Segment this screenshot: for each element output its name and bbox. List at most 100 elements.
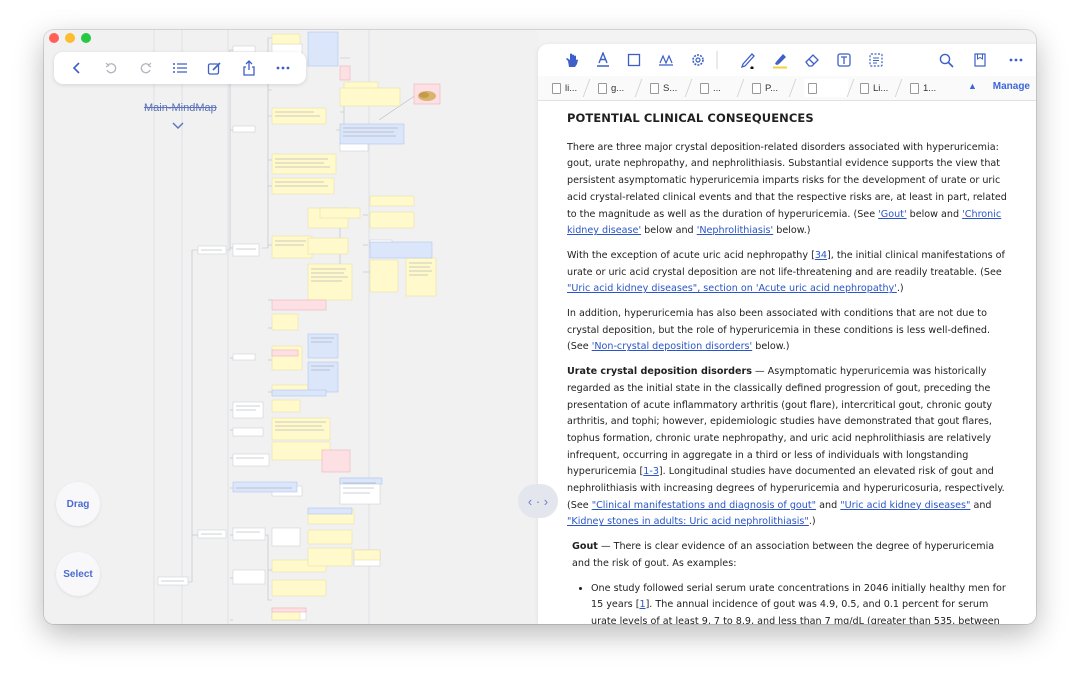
split-arrows-icon: ‹ · › <box>527 493 549 509</box>
link-kidney-stones[interactable]: "Kidney stones in adults: Uric acid neph… <box>567 516 809 527</box>
section-heading: POTENTIAL CLINICAL CONSEQUENCES <box>567 111 814 125</box>
rectangle-icon[interactable] <box>624 50 644 70</box>
link-clinical-manifestations-gout[interactable]: "Clinical manifestations and diagnosis o… <box>592 500 816 511</box>
search-icon[interactable] <box>936 50 956 70</box>
minimize-window-button[interactable] <box>65 33 75 43</box>
pen-icon[interactable] <box>738 50 758 70</box>
link-non-crystal-deposition[interactable]: 'Non-crystal deposition disorders' <box>592 341 753 352</box>
tab-separator <box>582 79 591 97</box>
selection-icon[interactable] <box>866 50 886 70</box>
text: — Asymptomatic hyperuricemia was histori… <box>567 366 993 478</box>
tab-3[interactable]: S... <box>646 79 677 97</box>
maximize-window-button[interactable] <box>81 33 91 43</box>
text: below.) <box>773 225 811 237</box>
bookmark-icon[interactable] <box>970 50 990 70</box>
map-title[interactable]: Main-MindMap <box>144 102 217 114</box>
tab-5[interactable]: P... <box>748 79 778 97</box>
paragraph-4: Urate crystal deposition disorders — Asy… <box>567 364 1007 531</box>
document-tabs: li... g... S... ... P... Li... 1... ▲ Ma… <box>538 76 1036 101</box>
paragraph-1: There are three major crystal deposition… <box>567 140 1007 240</box>
document-icon <box>552 82 561 94</box>
citation-link[interactable]: 34 <box>815 250 827 261</box>
text: .) <box>808 516 816 528</box>
tab-8[interactable]: 1... <box>906 79 936 97</box>
tab-4[interactable]: ... <box>696 79 721 97</box>
more-icon[interactable] <box>1006 50 1026 70</box>
text-box-icon[interactable] <box>834 50 854 70</box>
tab-separator <box>634 79 643 97</box>
text: With the exception of acute uric acid ne… <box>567 249 815 261</box>
back-icon[interactable] <box>64 55 90 81</box>
link-nephrolithiasis[interactable]: 'Nephrolithiasis' <box>697 225 774 236</box>
tab-1[interactable]: li... <box>548 79 577 97</box>
drag-label: Drag <box>66 498 90 510</box>
text: — There is clear evidence of an associat… <box>572 541 995 569</box>
article-content: POTENTIAL CLINICAL CONSEQUENCES There ar… <box>567 110 1007 624</box>
tab-separator <box>894 79 903 97</box>
document-icon <box>700 82 709 94</box>
link-uric-acid-kidney-diseases[interactable]: "Uric acid kidney diseases" <box>840 500 970 511</box>
tab-separator <box>684 79 693 97</box>
tab-label: S... <box>663 82 678 94</box>
eraser-icon[interactable] <box>802 50 822 70</box>
tab-separator <box>736 79 745 97</box>
example-list: One study followed serial serum urate co… <box>567 581 1007 624</box>
signature-icon[interactable] <box>656 50 676 70</box>
tab-label: ... <box>713 82 721 94</box>
outline-list-icon[interactable] <box>167 55 193 81</box>
text: .) <box>896 283 904 295</box>
select-button[interactable]: Select <box>56 552 100 596</box>
tab-label: P... <box>765 82 779 94</box>
undo-icon[interactable] <box>98 55 124 81</box>
edit-icon[interactable] <box>201 55 227 81</box>
text: below and <box>641 225 697 237</box>
app-window: Main-MindMap Drag Select ‹ · › li... g..… <box>44 30 1036 624</box>
text: below.) <box>752 341 790 353</box>
document-reader: li... g... S... ... P... Li... 1... ▲ Ma… <box>538 44 1036 624</box>
list-item: One study followed serial serum urate co… <box>591 581 1007 624</box>
tab-label: 1... <box>923 82 937 94</box>
window-controls <box>49 33 91 43</box>
document-icon <box>752 82 761 94</box>
tab-2[interactable]: g... <box>594 79 624 97</box>
document-icon <box>650 82 659 94</box>
settings-icon[interactable] <box>688 50 708 70</box>
tab-sort-icon[interactable]: ▲ <box>968 81 977 91</box>
manage-tabs-button[interactable]: Manage <box>993 81 1030 92</box>
mindmap-pane[interactable]: Main-MindMap Drag Select <box>44 30 538 624</box>
paragraph-5: Gout — There is clear evidence of an ass… <box>567 539 1007 572</box>
paragraph-3: In addition, hyperuricemia has also been… <box>567 306 1007 356</box>
tab-label: li... <box>565 82 578 94</box>
hand-icon[interactable] <box>562 50 582 70</box>
document-icon <box>910 82 919 94</box>
tab-7[interactable]: Li... <box>856 79 888 97</box>
select-label: Select <box>63 568 93 580</box>
tab-separator <box>788 79 797 97</box>
subheading: Gout <box>572 541 598 553</box>
text-underline-icon[interactable] <box>593 50 613 70</box>
share-icon[interactable] <box>236 55 262 81</box>
link-acute-uric-acid-nephropathy[interactable]: "Uric acid kidney diseases", section on … <box>567 283 897 294</box>
link-gout[interactable]: 'Gout' <box>878 209 906 220</box>
paragraph-2: With the exception of acute uric acid ne… <box>567 248 1007 298</box>
tab-label: Li... <box>873 82 889 94</box>
drag-button[interactable]: Drag <box>56 482 100 526</box>
reader-toolbar <box>538 44 1036 76</box>
citation-link[interactable]: 1-3 <box>643 466 659 477</box>
pane-splitter[interactable]: ‹ · › <box>518 484 558 518</box>
text: and <box>970 499 992 511</box>
close-window-button[interactable] <box>49 33 59 43</box>
text: below and <box>906 208 963 220</box>
text: ]. The annual incidence of gout was 4.9,… <box>591 599 1000 624</box>
subheading: Urate crystal deposition disorders <box>567 366 752 378</box>
document-icon <box>808 82 817 94</box>
document-icon <box>598 82 607 94</box>
chevron-down-icon[interactable] <box>172 116 184 134</box>
more-icon[interactable] <box>270 55 296 81</box>
text: and <box>816 499 841 511</box>
highlighter-icon[interactable] <box>770 50 790 70</box>
document-icon <box>860 82 869 94</box>
redo-icon[interactable] <box>133 55 159 81</box>
tab-6-active[interactable] <box>804 79 848 97</box>
mindmap-canvas[interactable] <box>44 30 538 624</box>
